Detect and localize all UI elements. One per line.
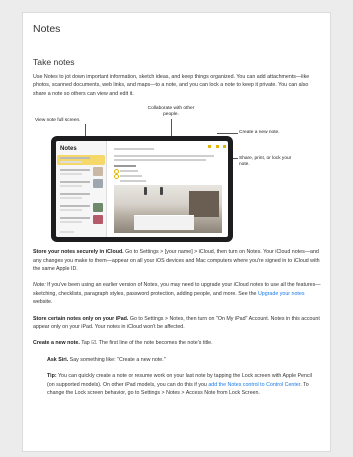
ipad-illustration: Notes — [51, 136, 233, 243]
share-icon — [208, 145, 211, 149]
list-item — [60, 161, 82, 163]
callout-full-screen: View note full screen. — [35, 118, 81, 124]
checklist-icon — [114, 174, 119, 180]
note-thumbnail — [93, 203, 103, 213]
add-people-icon — [216, 145, 219, 149]
note-label: Note: — [33, 282, 46, 289]
callout-collaborate: Collaborate with other people. — [147, 106, 195, 118]
k-lamp — [144, 187, 147, 196]
upgrade-note-end: website. — [33, 299, 53, 306]
upgrade-notes-link[interactable]: Upgrade your notes — [258, 291, 305, 297]
section-title: Take notes — [33, 57, 75, 67]
note-line — [114, 155, 214, 157]
ipad-screen: Notes — [56, 141, 228, 238]
page-title: Notes — [33, 23, 61, 35]
note-thumbnail — [93, 179, 103, 189]
intro-paragraph: Use Notes to jot down important informat… — [33, 74, 310, 97]
list-item — [60, 193, 90, 196]
list-item — [60, 169, 90, 172]
list-item — [60, 181, 90, 184]
callout-create: Create a new note. — [239, 130, 280, 136]
list-item — [60, 197, 82, 199]
note-line — [120, 180, 146, 182]
list-item — [60, 173, 82, 175]
create-note-heading: Create a new note. — [33, 340, 80, 347]
k-island — [134, 215, 194, 231]
note-thumbnail — [93, 167, 103, 177]
on-my-ipad-heading: Store certain notes only on your iPad. — [33, 315, 129, 322]
callout-share: Share, print, or lock your note. — [239, 156, 292, 168]
upgrade-note-paragraph: Note: If you've been using an earlier ve… — [33, 281, 321, 306]
list-item — [60, 205, 90, 208]
list-item — [60, 217, 90, 220]
note-line — [114, 159, 206, 161]
siri-heading: Ask Siri. — [47, 356, 69, 363]
note-line — [114, 165, 136, 167]
note-thumbnail — [93, 215, 103, 225]
notes-sidebar: Notes — [56, 141, 107, 238]
create-note-paragraph: Create a new note. Tap ☑. The first line… — [33, 339, 321, 347]
k-lamp — [160, 187, 163, 196]
list-item — [60, 185, 82, 187]
compose-icon — [223, 145, 226, 149]
note-line — [120, 175, 142, 177]
note-editor — [108, 141, 228, 237]
note-line — [114, 148, 154, 150]
control-center-link[interactable]: add the Notes control to Control Center — [208, 382, 300, 388]
callout-line — [217, 133, 238, 134]
on-my-ipad-paragraph: Store certain notes only on your iPad. G… — [33, 315, 321, 332]
document-content: Notes Take notes Use Notes to jot down i… — [33, 23, 321, 398]
siri-text: Say something like: "Create a new note." — [68, 356, 166, 363]
list-item — [60, 209, 82, 211]
k-cab — [189, 191, 219, 218]
list-item — [60, 231, 74, 233]
ipad-notes-figure: Collaborate with other people. View note… — [33, 104, 321, 244]
list-item — [60, 221, 82, 223]
icloud-paragraph: Store your notes securely in iCloud. Go … — [33, 248, 321, 273]
note-line — [120, 170, 138, 172]
sidebar-title: Notes — [60, 146, 77, 153]
siri-paragraph: Ask Siri. Say something like: "Create a … — [33, 356, 321, 364]
kitchen-photo — [114, 185, 222, 234]
list-item — [60, 157, 90, 160]
create-note-text: Tap ☑. The first line of the note become… — [79, 340, 213, 347]
icloud-heading: Store your notes securely in iCloud. — [33, 249, 124, 256]
tip-paragraph: Tip: You can quickly create a note or re… — [33, 372, 321, 397]
document-page: Notes Take notes Use Notes to jot down i… — [22, 12, 331, 452]
tip-heading: Tip: — [47, 373, 57, 380]
